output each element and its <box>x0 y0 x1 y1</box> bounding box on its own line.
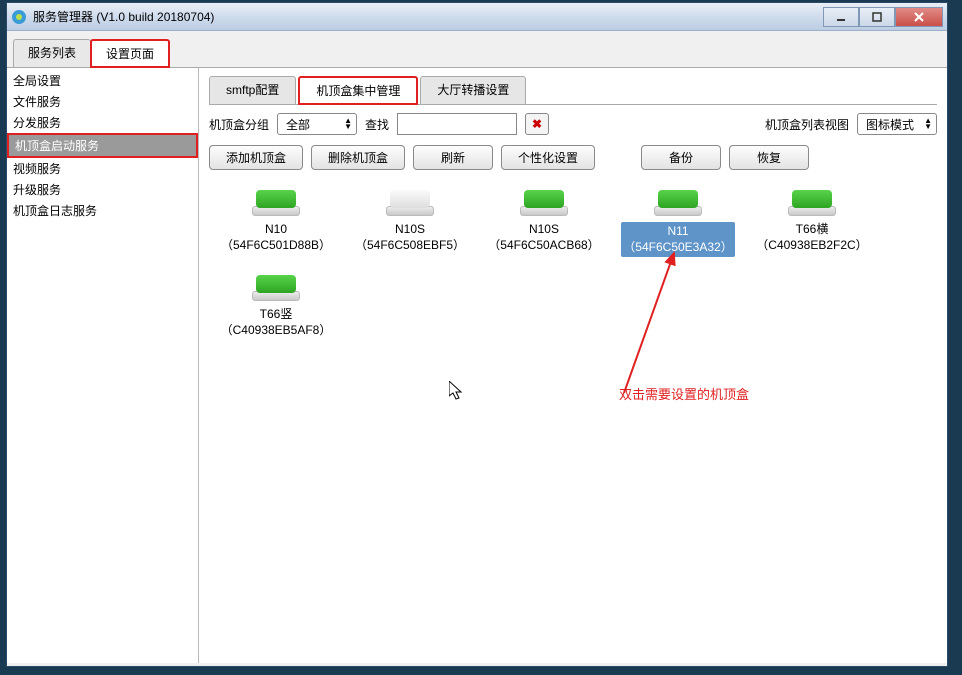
sidebar-item-label: 全局设置 <box>13 74 61 88</box>
group-label: 机顶盒分组 <box>209 116 269 133</box>
sidebar-item-stb-log[interactable]: 机顶盒日志服务 <box>7 200 198 221</box>
subtab-label: 机顶盒集中管理 <box>316 84 400 98</box>
btn-label: 恢复 <box>757 151 781 165</box>
maximize-icon <box>872 12 882 22</box>
spinner-icon: ▲▼ <box>924 118 932 130</box>
close-icon <box>913 12 925 22</box>
subtab-label: 大厅转播设置 <box>437 83 509 97</box>
close-button[interactable] <box>895 7 943 27</box>
stb-item[interactable]: N10S（54F6C50ACB68） <box>481 186 607 263</box>
annotation-text: 双击需要设置的机顶盒 <box>619 384 749 403</box>
subtab-lobby[interactable]: 大厅转播设置 <box>420 76 526 104</box>
disk-icon <box>520 190 568 216</box>
tab-service-list[interactable]: 服务列表 <box>13 39 91 67</box>
view-value: 图标模式 <box>866 116 914 133</box>
sidebar-item-label: 机顶盒日志服务 <box>13 204 97 218</box>
window-title: 服务管理器 (V1.0 build 20180704) <box>33 8 823 25</box>
custom-button[interactable]: 个性化设置 <box>501 145 595 170</box>
stb-caption: N10S（54F6C508EBF5） <box>355 222 465 253</box>
stb-item[interactable]: N10S（54F6C508EBF5） <box>347 186 473 263</box>
group-select[interactable]: 全部 ▲▼ <box>277 113 357 135</box>
stb-caption: N10（54F6C501D88B） <box>221 222 331 253</box>
window-controls <box>823 7 943 27</box>
subtab-stb-manage[interactable]: 机顶盒集中管理 <box>298 76 418 105</box>
disk-icon <box>252 275 300 301</box>
view-label: 机顶盒列表视图 <box>765 116 849 133</box>
search-input[interactable] <box>397 113 517 135</box>
minimize-icon <box>836 12 846 22</box>
btn-label: 添加机顶盒 <box>226 151 286 165</box>
stb-caption: N11（54F6C50E3A32） <box>621 222 734 257</box>
clear-search-button[interactable]: ✖ <box>525 113 549 135</box>
sidebar-item-global[interactable]: 全局设置 <box>7 70 198 91</box>
stb-item[interactable]: T66横（C40938EB2F2C） <box>749 186 875 263</box>
add-stb-button[interactable]: 添加机顶盒 <box>209 145 303 170</box>
sidebar-item-label: 分发服务 <box>13 116 61 130</box>
sidebar-item-label: 升级服务 <box>13 183 61 197</box>
stb-grid: N10（54F6C501D88B） N10S（54F6C508EBF5） N10S（… <box>209 180 937 350</box>
sub-tabs: smftp配置 机顶盒集中管理 大厅转播设置 <box>209 76 937 105</box>
delete-stb-button[interactable]: 删除机顶盒 <box>311 145 405 170</box>
stb-item[interactable]: N10（54F6C501D88B） <box>213 186 339 263</box>
top-tabs: 服务列表 设置页面 <box>7 35 947 68</box>
subtab-smftp[interactable]: smftp配置 <box>209 76 296 104</box>
disk-icon <box>252 190 300 216</box>
titlebar: 服务管理器 (V1.0 build 20180704) <box>7 3 947 31</box>
group-value: 全部 <box>286 116 310 133</box>
sidebar-item-stb-boot[interactable]: 机顶盒启动服务 <box>7 133 198 158</box>
sidebar-item-label: 视频服务 <box>13 162 61 176</box>
cross-icon: ✖ <box>532 117 542 131</box>
sidebar-item-video[interactable]: 视频服务 <box>7 158 198 179</box>
sidebar-item-upgrade[interactable]: 升级服务 <box>7 179 198 200</box>
main-panel: smftp配置 机顶盒集中管理 大厅转播设置 机顶盒分组 全部 ▲▼ 查找 ✖ … <box>199 68 947 663</box>
spinner-icon: ▲▼ <box>344 118 352 130</box>
disk-icon <box>654 190 702 216</box>
content-area: 全局设置 文件服务 分发服务 机顶盒启动服务 视频服务 升级服务 机顶盒日志服务… <box>7 68 947 663</box>
sidebar-item-file[interactable]: 文件服务 <box>7 91 198 112</box>
refresh-button[interactable]: 刷新 <box>413 145 493 170</box>
btn-label: 个性化设置 <box>518 151 578 165</box>
stb-caption: T66横（C40938EB2F2C） <box>756 222 867 253</box>
app-icon <box>11 9 27 25</box>
minimize-button[interactable] <box>823 7 859 27</box>
button-row: 添加机顶盒 删除机顶盒 刷新 个性化设置 备份 恢复 <box>209 145 937 170</box>
search-label: 查找 <box>365 116 389 133</box>
sidebar-item-label: 机顶盒启动服务 <box>15 139 99 153</box>
maximize-button[interactable] <box>859 7 895 27</box>
tab-label: 设置页面 <box>106 47 154 61</box>
app-window: 服务管理器 (V1.0 build 20180704) 服务列表 设置页面 全局… <box>6 2 948 667</box>
tab-label: 服务列表 <box>28 46 76 60</box>
cursor-icon <box>449 381 467 403</box>
stb-caption: N10S（54F6C50ACB68） <box>488 222 599 253</box>
stb-caption: T66竖（C40938EB5AF8） <box>221 307 332 338</box>
sidebar-item-distribute[interactable]: 分发服务 <box>7 112 198 133</box>
filter-row: 机顶盒分组 全部 ▲▼ 查找 ✖ 机顶盒列表视图 图标模式 ▲▼ <box>209 113 937 135</box>
btn-label: 备份 <box>669 151 693 165</box>
disk-icon <box>788 190 836 216</box>
backup-button[interactable]: 备份 <box>641 145 721 170</box>
disk-icon <box>386 190 434 216</box>
sidebar: 全局设置 文件服务 分发服务 机顶盒启动服务 视频服务 升级服务 机顶盒日志服务 <box>7 68 199 663</box>
restore-button[interactable]: 恢复 <box>729 145 809 170</box>
tab-settings-page[interactable]: 设置页面 <box>90 39 170 68</box>
stb-item[interactable]: N11（54F6C50E3A32） <box>615 186 741 263</box>
btn-label: 删除机顶盒 <box>328 151 388 165</box>
subtab-label: smftp配置 <box>226 83 279 97</box>
btn-label: 刷新 <box>441 151 465 165</box>
stb-item[interactable]: T66竖（C40938EB5AF8） <box>213 271 339 344</box>
view-select[interactable]: 图标模式 ▲▼ <box>857 113 937 135</box>
sidebar-item-label: 文件服务 <box>13 95 61 109</box>
